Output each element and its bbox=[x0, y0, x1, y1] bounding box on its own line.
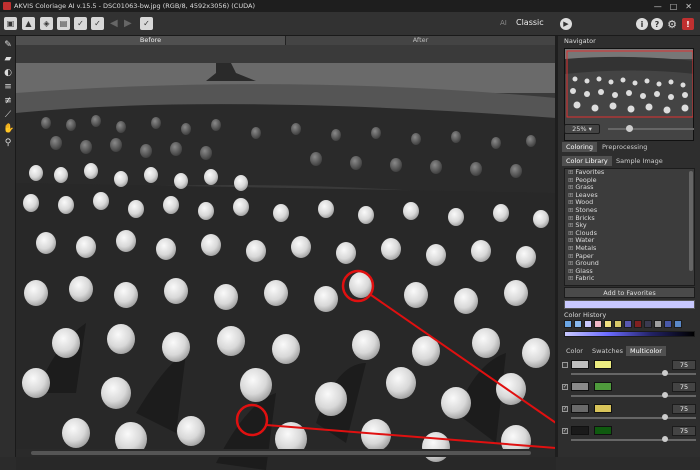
color-history-swatches bbox=[564, 320, 682, 328]
strength-slider-track[interactable] bbox=[571, 373, 696, 375]
minimize-button[interactable]: — bbox=[654, 2, 662, 11]
undo-icon[interactable]: ◀ bbox=[110, 18, 118, 29]
target-color-swatch[interactable] bbox=[594, 404, 612, 413]
history-swatch[interactable] bbox=[624, 320, 632, 328]
history-swatch[interactable] bbox=[564, 320, 572, 328]
info-icon[interactable]: i bbox=[636, 18, 648, 30]
magic-tube-icon[interactable]: ≢ bbox=[3, 96, 13, 106]
multicolor-row: 75 bbox=[562, 358, 698, 378]
history-swatch[interactable] bbox=[574, 320, 582, 328]
multicolor-row: ✓ 75 bbox=[562, 380, 698, 400]
open-image-icon[interactable]: ▣ bbox=[4, 17, 17, 30]
tab-after[interactable]: After bbox=[286, 36, 556, 45]
multicolor-row-checkbox[interactable]: ✓ bbox=[562, 406, 568, 412]
app-logo-icon bbox=[3, 2, 11, 10]
add-to-favorites-button[interactable]: Add to Favorites bbox=[564, 287, 695, 298]
source-color-swatch[interactable] bbox=[571, 382, 589, 391]
color-history-gradient[interactable] bbox=[564, 331, 695, 337]
tulip-field-photo bbox=[16, 63, 556, 470]
strength-value[interactable]: 75 bbox=[672, 360, 696, 370]
color-history-title: Color History bbox=[564, 311, 607, 319]
zoom-slider-track[interactable] bbox=[608, 128, 694, 130]
window-title: AKVIS Coloriage AI v.15.5 - DSC01063-bw.… bbox=[14, 2, 255, 10]
history-swatch[interactable] bbox=[594, 320, 602, 328]
strength-slider-track[interactable] bbox=[571, 439, 696, 441]
maximize-button[interactable]: □ bbox=[670, 2, 678, 11]
strength-slider-handle[interactable] bbox=[662, 370, 668, 376]
history-swatch[interactable] bbox=[644, 320, 652, 328]
source-color-swatch[interactable] bbox=[571, 426, 589, 435]
preferences-icon[interactable]: ✓ bbox=[140, 17, 153, 30]
strength-value[interactable]: 75 bbox=[672, 426, 696, 436]
source-color-swatch[interactable] bbox=[571, 404, 589, 413]
bucket-tool-icon[interactable]: ◐ bbox=[3, 68, 13, 78]
target-color-swatch[interactable] bbox=[594, 360, 612, 369]
history-swatch[interactable] bbox=[634, 320, 642, 328]
canvas-area: Before After bbox=[16, 36, 556, 470]
save-strokes-icon[interactable]: ✓ bbox=[91, 17, 104, 30]
share-icon[interactable]: ◈ bbox=[40, 17, 53, 30]
mode-ai-toggle[interactable]: AI bbox=[500, 19, 507, 27]
multicolor-row-checkbox[interactable] bbox=[562, 362, 568, 368]
settings-panel: Navigator 25% ▾ Coloring Preprocessing C… bbox=[558, 36, 700, 457]
eraser-tool-icon[interactable]: ▰ bbox=[3, 54, 13, 64]
horizontal-scrollbar[interactable] bbox=[16, 449, 556, 457]
print-icon[interactable]: ▤ bbox=[57, 17, 70, 30]
eyedropper-icon[interactable]: ⟋ bbox=[3, 110, 13, 120]
save-icon[interactable]: ▲ bbox=[22, 17, 35, 30]
tab-color-library[interactable]: Color Library bbox=[562, 156, 612, 166]
zoom-dropdown[interactable]: 25% ▾ bbox=[564, 124, 600, 134]
history-swatch[interactable] bbox=[664, 320, 672, 328]
multicolor-row-checkbox[interactable]: ✓ bbox=[562, 428, 568, 434]
history-swatch[interactable] bbox=[654, 320, 662, 328]
redo-icon[interactable]: ▶ bbox=[124, 18, 132, 29]
help-icon[interactable]: ? bbox=[651, 18, 663, 30]
strength-value[interactable]: 75 bbox=[672, 404, 696, 414]
tab-multicolor[interactable]: Multicolor bbox=[626, 346, 666, 356]
target-color-swatch[interactable] bbox=[594, 382, 612, 391]
title-bar: AKVIS Coloriage AI v.15.5 - DSC01063-bw.… bbox=[0, 0, 700, 12]
multicolor-row: ✓ 75 bbox=[562, 402, 698, 422]
close-button[interactable]: ✕ bbox=[685, 2, 692, 11]
source-color-swatch[interactable] bbox=[571, 360, 589, 369]
strength-slider-track[interactable] bbox=[571, 417, 696, 419]
run-icon[interactable]: ▶ bbox=[560, 18, 572, 30]
strength-value[interactable]: 75 bbox=[672, 382, 696, 392]
tab-sample-image[interactable]: Sample Image bbox=[612, 156, 667, 166]
mode-classic-toggle[interactable]: Classic bbox=[516, 18, 544, 27]
pencil-tool-icon[interactable]: ✎ bbox=[3, 40, 13, 50]
history-swatch[interactable] bbox=[674, 320, 682, 328]
load-strokes-icon[interactable]: ✓ bbox=[74, 17, 87, 30]
tab-color[interactable]: Color bbox=[562, 346, 587, 356]
history-swatch[interactable] bbox=[614, 320, 622, 328]
strength-slider-track[interactable] bbox=[571, 395, 696, 397]
tab-before[interactable]: Before bbox=[16, 36, 286, 45]
multicolor-row-checkbox[interactable]: ✓ bbox=[562, 384, 568, 390]
zoom-slider-handle[interactable] bbox=[626, 125, 633, 132]
tab-coloring[interactable]: Coloring bbox=[562, 142, 598, 152]
notifications-icon[interactable]: ! bbox=[682, 18, 694, 30]
strength-slider-handle[interactable] bbox=[662, 414, 668, 420]
navigator-title: Navigator bbox=[564, 37, 596, 45]
zoom-tool-icon[interactable]: ⚲ bbox=[3, 138, 13, 148]
current-color-swatch[interactable] bbox=[564, 300, 695, 309]
main-toolbar: ▣ ▲ ◈ ▤ ✓ ✓ ◀ ▶ ✓ AI Classic ▶ i ? ⚙ ! bbox=[0, 12, 700, 36]
tab-swatches[interactable]: Swatches bbox=[588, 346, 627, 356]
tab-preprocessing[interactable]: Preprocessing bbox=[598, 142, 651, 152]
tools-panel: ✎ ▰ ◐ ≡ ≢ ⟋ ✋ ⚲ bbox=[0, 36, 16, 457]
color-library-list: ⊞ Favorites ⊞ People ⊞ Grass ⊞ Leaves ⊞ Wood … bbox=[564, 168, 695, 286]
settings-icon[interactable]: ⚙ bbox=[666, 18, 678, 31]
target-color-swatch[interactable] bbox=[594, 426, 612, 435]
hand-tool-icon[interactable]: ✋ bbox=[3, 124, 14, 134]
library-scrollbar[interactable] bbox=[689, 171, 693, 271]
strength-slider-handle[interactable] bbox=[662, 436, 668, 442]
history-swatch[interactable] bbox=[584, 320, 592, 328]
library-item-fabric[interactable]: ⊞ Fabric bbox=[565, 275, 694, 283]
strength-slider-handle[interactable] bbox=[662, 392, 668, 398]
multicolor-row: ✓ 75 bbox=[562, 424, 698, 444]
history-swatch[interactable] bbox=[604, 320, 612, 328]
keep-tool-icon[interactable]: ≡ bbox=[3, 82, 13, 92]
image-canvas[interactable] bbox=[16, 63, 556, 470]
